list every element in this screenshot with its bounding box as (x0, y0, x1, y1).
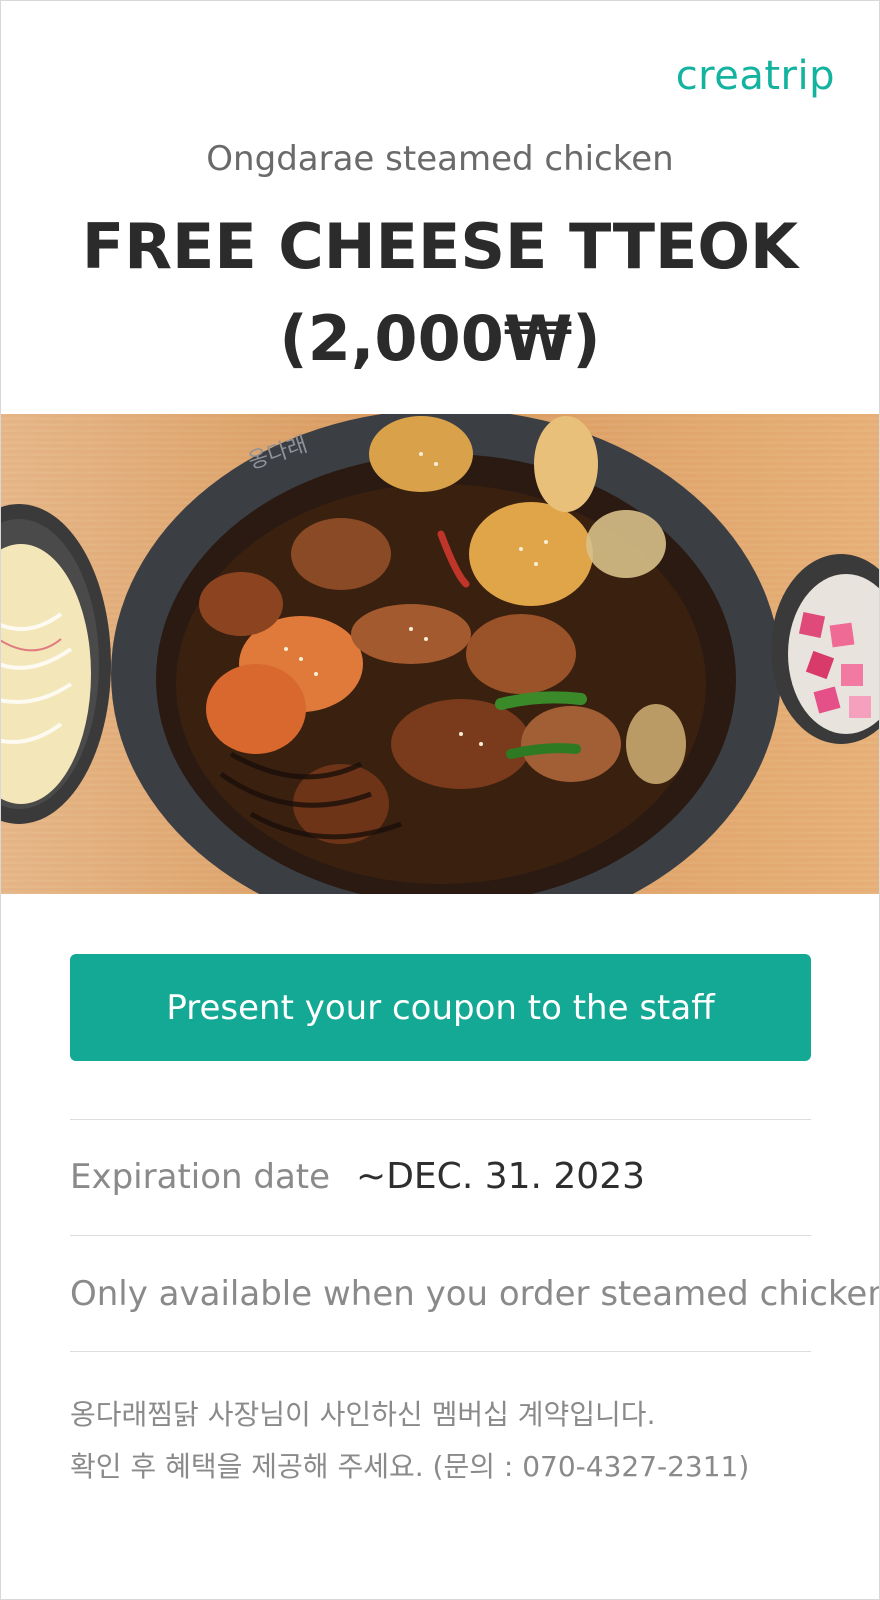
headline-line-2: (2,000₩) (279, 302, 601, 375)
cabbage-bowl (1, 504, 111, 824)
notice-line-1: 옹다래찜닭 사장님이 사인하신 멤버십 계약입니다. (70, 1398, 656, 1431)
coupon-headline: FREE CHEESE TTEOK (2,000₩) (1, 201, 879, 385)
usage-condition: Only available when you order steamed ch… (70, 1274, 880, 1314)
creatrip-logo: creatrip (675, 53, 835, 99)
divider (70, 1235, 811, 1236)
headline-line-1: FREE CHEESE TTEOK (81, 210, 799, 283)
pickled-radish-bowl (771, 554, 879, 744)
food-illustration: 옹다래 (1, 414, 879, 894)
expiration-label: Expiration date (70, 1157, 331, 1197)
owner-notice: 옹다래찜닭 사장님이 사인하신 멤버십 계약입니다. 확인 후 혜택을 제공해 … (70, 1389, 830, 1493)
notice-line-2: 확인 후 혜택을 제공해 주세요. (문의 : 070-4327-2311) (70, 1450, 750, 1483)
hero-food-image: 옹다래 (1, 414, 879, 894)
restaurant-name: Ongdarae steamed chicken (206, 139, 674, 179)
present-coupon-button[interactable]: Present your coupon to the staff (70, 954, 811, 1061)
divider (70, 1351, 811, 1352)
expiration-row: Expiration date ~DEC. 31. 2023 (70, 1156, 811, 1197)
divider (70, 1119, 811, 1120)
steamed-chicken-pan: 옹다래 (111, 414, 781, 894)
expiration-value: ~DEC. 31. 2023 (356, 1156, 646, 1197)
coupon-page: creatrip Ongdarae steamed chicken FREE C… (0, 0, 880, 1600)
